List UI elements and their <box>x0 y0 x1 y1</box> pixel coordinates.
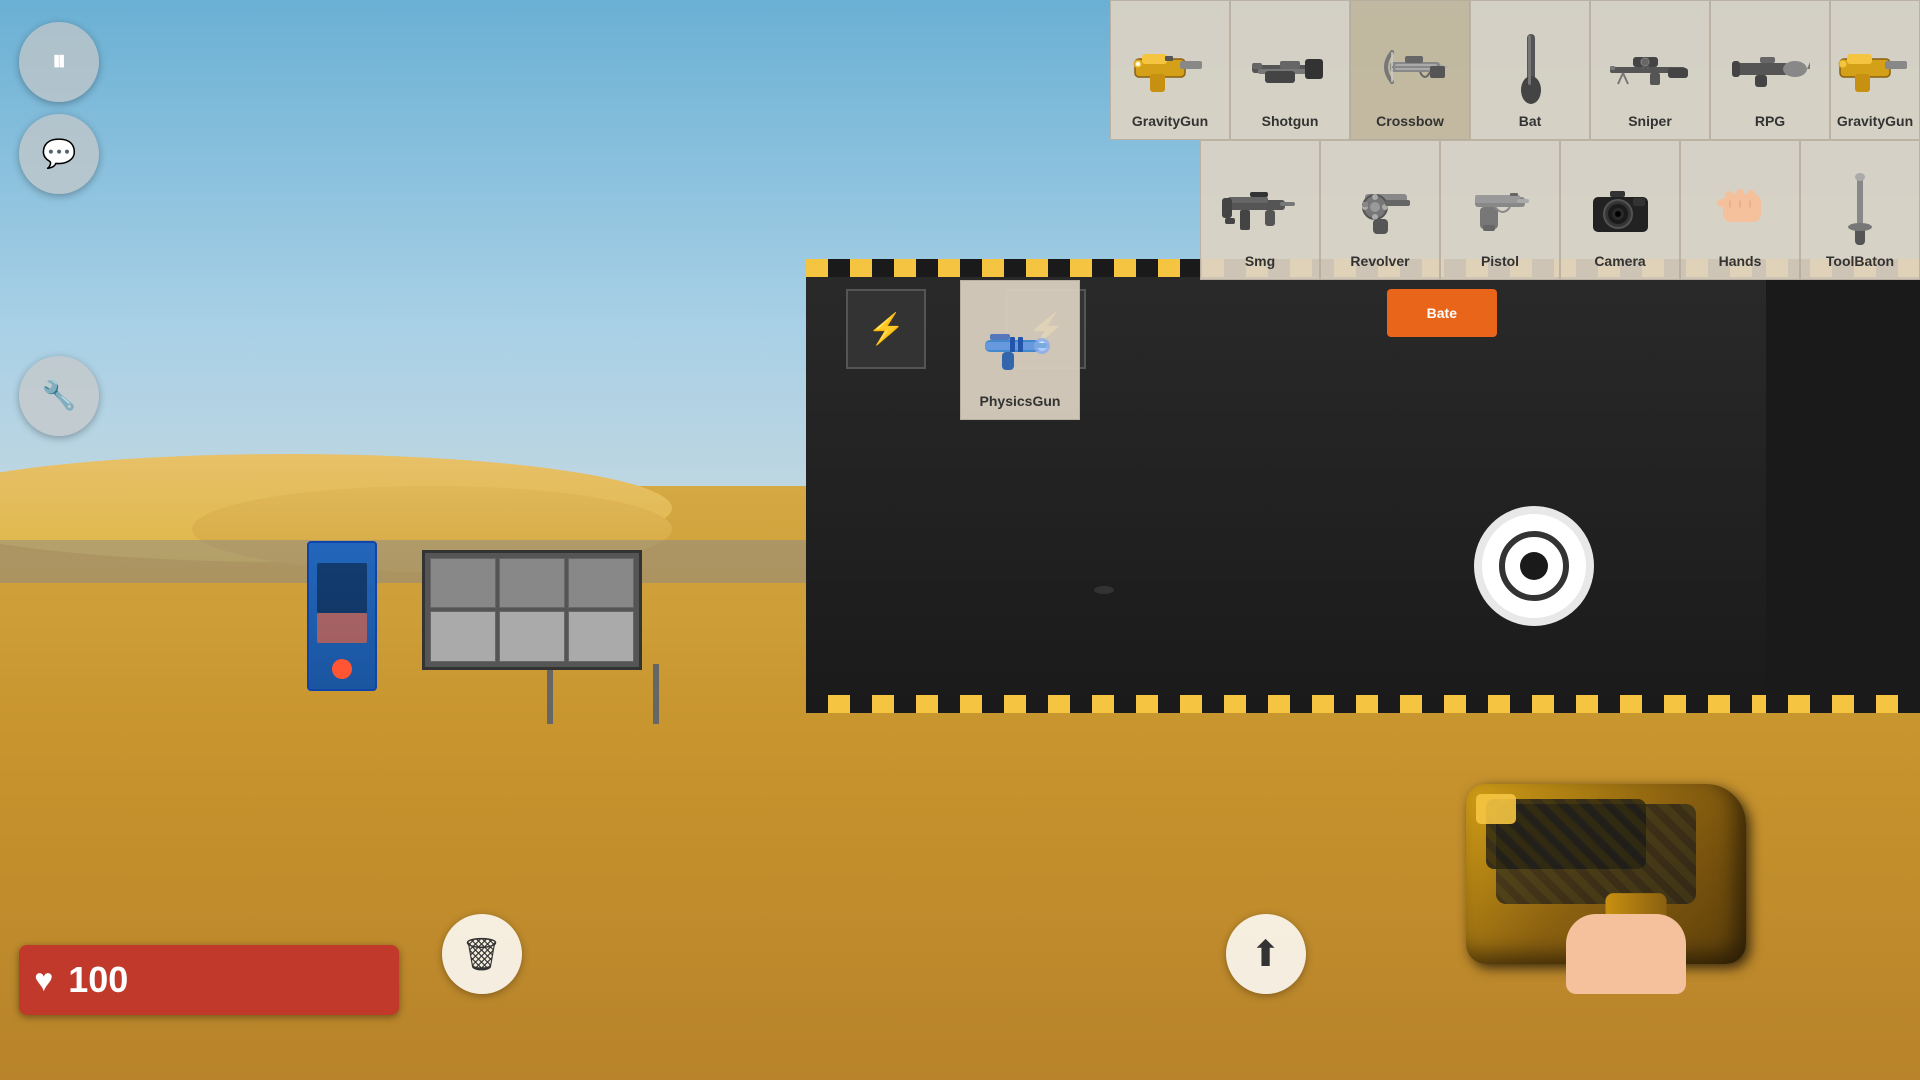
weapon-name-gravity-gun-1: GravityGun <box>1132 113 1208 129</box>
lightning-icon-1: ⚡ <box>868 312 905 347</box>
player-hand <box>1566 914 1686 994</box>
weapon-name-rpg: RPG <box>1755 113 1785 129</box>
weapon-icon-rpg <box>1728 29 1813 109</box>
arrow-up-icon: ⬆ <box>1251 933 1281 975</box>
weapon-cell-shotgun[interactable]: Shotgun <box>1230 0 1350 140</box>
weapon-cell-pistol[interactable]: Pistol <box>1440 140 1560 280</box>
weapon-cell-gravity-gun-2[interactable]: GravityGun <box>1830 0 1920 140</box>
health-value: 100 <box>68 959 128 1001</box>
weapon-name-revolver: Revolver <box>1350 253 1409 269</box>
weapon-grid-row2: Smg Revolver <box>1200 140 1920 280</box>
sign-cell-4 <box>430 611 496 662</box>
left-controls: ⏸ 💬 🔧 <box>19 22 99 436</box>
weapon-name-physicsgun: PhysicsGun <box>980 393 1061 409</box>
pause-icon: ⏸ <box>52 45 66 78</box>
chat-button[interactable]: 💬 <box>19 114 99 194</box>
weapon-icon-physicsgun <box>978 309 1063 389</box>
vending-machine-button <box>332 659 352 679</box>
weapon-icon-crossbow <box>1368 29 1453 109</box>
sign-cell-3 <box>568 558 634 609</box>
weapon-name-gravity-gun-2: GravityGun <box>1837 113 1913 129</box>
sign-board <box>422 550 642 670</box>
hazard-stripe-bottom <box>806 695 1920 713</box>
wrench-icon: 🔧 <box>42 379 77 412</box>
weapon-name-bat: Bat <box>1519 113 1542 129</box>
vending-machine-screen <box>317 613 367 643</box>
weapon-name-sniper: Sniper <box>1628 113 1672 129</box>
sign-cell-5 <box>499 611 565 662</box>
weapon-icon-hands <box>1698 169 1783 249</box>
weapon-cell-revolver[interactable]: Revolver <box>1320 140 1440 280</box>
weapon-grid-row3: PhysicsGun <box>960 280 1080 420</box>
pause-button[interactable]: ⏸ <box>19 22 99 102</box>
weapon-name-hands: Hands <box>1719 253 1762 269</box>
wall-panel-1: ⚡ <box>846 289 926 369</box>
weapon-name-shotgun: Shotgun <box>1262 113 1319 129</box>
player-weapon <box>1386 714 1766 994</box>
weapon-icon-gravity-gun-2 <box>1833 29 1918 109</box>
trash-icon: 🗑 <box>461 935 502 973</box>
weapon-icon-sniper <box>1608 29 1693 109</box>
hazard-right-bottom <box>1766 695 1920 713</box>
weapon-body <box>1426 764 1746 994</box>
weapon-cell-rpg[interactable]: RPG <box>1710 0 1830 140</box>
weapon-cell-camera[interactable]: Camera <box>1560 140 1680 280</box>
weapon-cell-bat[interactable]: Bat <box>1470 0 1590 140</box>
weapon-icon-gravity-gun-1 <box>1128 29 1213 109</box>
weapon-cell-smg[interactable]: Smg <box>1200 140 1320 280</box>
sign-leg-1 <box>547 664 553 724</box>
weapon-cell-gravity-gun-1[interactable]: GravityGun <box>1110 0 1230 140</box>
weapon-cell-crossbow[interactable]: Crossbow <box>1350 0 1470 140</box>
settings-button[interactable]: 🔧 <box>19 356 99 436</box>
weapon-cell-sniper[interactable]: Sniper <box>1590 0 1710 140</box>
orange-sign: Bate <box>1387 289 1497 337</box>
weapon-icon-toolbaton <box>1818 169 1903 249</box>
weapon-name-toolbaton: ToolBaton <box>1826 253 1894 269</box>
weapon-name-smg: Smg <box>1245 253 1275 269</box>
weapon-detail-yellow <box>1476 794 1516 824</box>
weapon-name-pistol: Pistol <box>1481 253 1519 269</box>
weapon-name-crossbow: Crossbow <box>1376 113 1444 129</box>
sign-cell-2 <box>499 558 565 609</box>
weapon-icon-bat <box>1488 29 1573 109</box>
weapon-cell-hands[interactable]: Hands <box>1680 140 1800 280</box>
target-inner-ring <box>1499 531 1569 601</box>
weapon-icon-pistol <box>1458 169 1543 249</box>
weapon-name-camera: Camera <box>1594 253 1645 269</box>
orange-sign-text: Bate <box>1427 305 1457 321</box>
target-center <box>1520 552 1548 580</box>
sign-cell-1 <box>430 558 496 609</box>
vending-machine <box>307 541 377 691</box>
wall-right-extension <box>1766 259 1920 713</box>
chat-icon: 💬 <box>42 137 77 170</box>
arrow-up-button[interactable]: ⬆ <box>1226 914 1306 994</box>
weapon-icon-smg <box>1218 169 1303 249</box>
health-heart-icon: ♥ <box>34 962 53 999</box>
weapon-cell-physicsgun[interactable]: PhysicsGun <box>960 280 1080 420</box>
weapon-icon-camera <box>1578 169 1663 249</box>
weapon-icon-shotgun <box>1248 29 1333 109</box>
trash-button[interactable]: 🗑 <box>442 914 522 994</box>
weapon-icon-revolver <box>1338 169 1423 249</box>
weapon-cell-toolbaton[interactable]: ToolBaton <box>1800 140 1920 280</box>
health-bar-container: ♥ 100 <box>19 945 399 1015</box>
sign-leg-2 <box>653 664 659 724</box>
target-circle <box>1474 506 1594 626</box>
sign-cell-6 <box>568 611 634 662</box>
weapon-grid-row1: GravityGun Shotgun <box>1110 0 1920 140</box>
